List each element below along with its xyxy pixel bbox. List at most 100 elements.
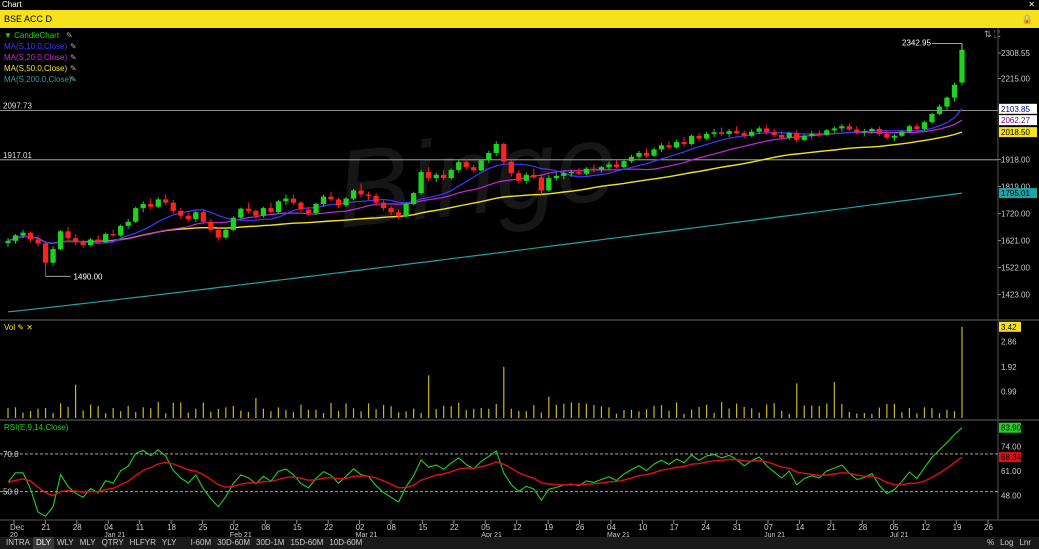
candle-body xyxy=(749,131,755,136)
price-ytick-label: 2215.00 xyxy=(1001,74,1030,83)
scale-lnr[interactable]: Lnr xyxy=(1016,537,1034,549)
x-tick-label: 05 xyxy=(481,523,490,532)
candle-body xyxy=(448,169,454,179)
close-icon[interactable]: ✕ xyxy=(1028,0,1035,10)
candle-body xyxy=(951,84,958,98)
candle-body xyxy=(238,208,244,218)
candle-body xyxy=(884,133,890,138)
period-tab-qtry[interactable]: QTRY xyxy=(99,537,127,549)
candle-body xyxy=(658,145,665,150)
candle-body xyxy=(328,196,334,200)
period-tab-intra[interactable]: INTRA xyxy=(3,537,33,549)
window-titlebar: Chart ✕ xyxy=(0,0,1039,10)
candle-body xyxy=(140,204,146,209)
candle-body xyxy=(290,198,297,203)
annotation-high-label: 2342.95 xyxy=(902,39,931,48)
candle-body xyxy=(493,143,499,153)
x-tick-label: 31 xyxy=(733,523,742,532)
rsi-line xyxy=(7,427,963,517)
rsi-hline-label-0: 70.0 xyxy=(3,450,19,459)
interval-tab-30d-60m[interactable]: 30D-60M xyxy=(214,537,253,549)
x-tick-label: 26 xyxy=(984,523,993,532)
interval-tab-i-60m[interactable]: I-60M xyxy=(188,537,214,549)
candle-body xyxy=(200,212,206,222)
candle-body xyxy=(12,235,19,241)
price-last-badge-2: 2018.50 xyxy=(1001,128,1030,137)
candle-body xyxy=(643,152,650,156)
price-ytick-label: 1423.00 xyxy=(1001,291,1030,300)
candle-body xyxy=(598,167,605,170)
bottom-toolbar: INTRA DLY WLY MLY QTRY HLFYR YLY I-60M 30D-60M 3… xyxy=(0,537,1039,549)
candle-body xyxy=(193,212,199,220)
interval-tab-30d-1m[interactable]: 30D-1M xyxy=(253,537,287,549)
period-tab-yly[interactable]: YLY xyxy=(159,537,180,549)
candle-body xyxy=(538,177,544,191)
candle-body xyxy=(561,173,567,176)
interval-tab-15d-60m[interactable]: 15D-60M xyxy=(287,537,326,549)
candle-body xyxy=(854,129,860,133)
period-tab-mly[interactable]: MLY xyxy=(77,537,99,549)
x-tick-label: 15 xyxy=(293,523,302,532)
candle-body xyxy=(726,131,732,134)
legend-edit-icon: ✎ xyxy=(70,42,77,51)
legend-item-0: ▼ CandleChart xyxy=(4,31,60,40)
legend-item-2: MA(S,20.0,Close) xyxy=(4,53,67,62)
candle-body xyxy=(298,202,304,210)
x-tick-label: 25 xyxy=(199,523,208,532)
scale-percent[interactable]: % xyxy=(984,537,997,549)
candle-body xyxy=(403,204,409,217)
candle-body xyxy=(125,221,131,226)
candle-body xyxy=(846,126,852,130)
legend-edit-icon: ✎ xyxy=(70,75,77,84)
rsi-legend: RSI(E,9,14,Close) xyxy=(4,423,69,432)
candle-body xyxy=(275,201,282,212)
period-tab-hlfyr[interactable]: HLFYR xyxy=(127,537,159,549)
candle-body xyxy=(133,208,139,222)
x-tick-label: 05 xyxy=(890,523,899,532)
candle-body xyxy=(606,164,612,168)
candle-body xyxy=(20,232,26,236)
candle-body xyxy=(959,49,965,83)
candle-body xyxy=(628,156,635,162)
candle-body xyxy=(463,162,469,168)
candle-body xyxy=(170,202,176,211)
rsi-ytick-label: 74.00 xyxy=(1001,442,1022,451)
price-ytick-label: 1522.00 xyxy=(1001,264,1030,273)
period-tab-dly[interactable]: DLY xyxy=(33,537,54,549)
candle-body xyxy=(245,208,252,211)
scale-log[interactable]: Log xyxy=(997,537,1016,549)
candle-body xyxy=(185,215,191,220)
legend-item-1: MA(S,10.0,Close) xyxy=(4,42,67,51)
candle-body xyxy=(576,172,582,174)
x-tick-label: 14 xyxy=(795,523,804,532)
x-tick-label: 02 xyxy=(230,523,239,532)
candle-body xyxy=(178,210,184,216)
candle-body xyxy=(944,97,950,107)
price-hline-label-1: 1917.01 xyxy=(3,151,32,160)
candle-body xyxy=(824,130,830,135)
interval-tab-10d-60m[interactable]: 10D-60M xyxy=(326,537,365,549)
vol-ytick-label: 0.99 xyxy=(1001,388,1017,397)
candle-body xyxy=(621,161,627,168)
price-ytick-label: 1918.00 xyxy=(1001,156,1030,165)
candle-body xyxy=(223,229,229,238)
price-last-badge-1: 2062.27 xyxy=(1001,116,1030,125)
x-tick-label: 28 xyxy=(858,523,867,532)
candle-body xyxy=(711,132,717,134)
candle-body xyxy=(148,204,154,207)
legend-item-4: MA(S,200.0,Close) xyxy=(4,75,72,84)
candle-body xyxy=(531,174,537,178)
candle-body xyxy=(335,199,342,206)
candle-body xyxy=(260,208,267,216)
scale-options: % Log Lnr xyxy=(981,537,1037,549)
rsi-last-badge-1: 68.34 xyxy=(1001,453,1022,462)
candle-body xyxy=(568,172,575,174)
x-tick-label: 12 xyxy=(513,523,522,532)
candle-body xyxy=(471,167,477,171)
chart-canvas[interactable]: Binge2097.731917.012342.951490.002308.55… xyxy=(0,28,1039,537)
lock-icon[interactable]: 🔒 xyxy=(1022,10,1033,28)
candle-body xyxy=(666,145,672,148)
candle-body xyxy=(42,243,49,263)
x-tick-label: Dec xyxy=(10,523,24,532)
period-tab-wly[interactable]: WLY xyxy=(54,537,77,549)
